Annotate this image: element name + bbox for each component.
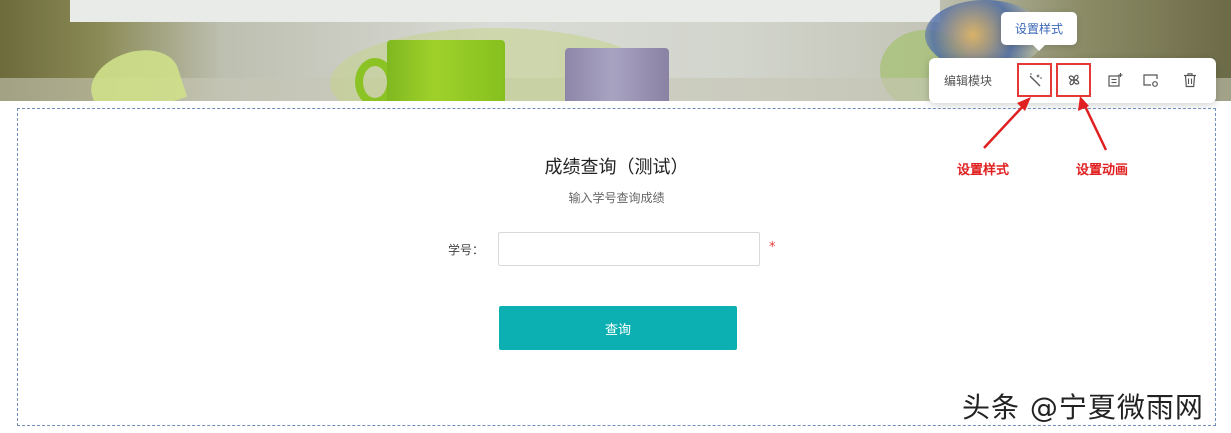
magic-wand-icon [1029, 73, 1042, 87]
module-settings-button[interactable] [1133, 63, 1168, 97]
annotation-set-animation: 设置动画 [1076, 163, 1129, 178]
query-submit-button[interactable]: 查询 [499, 306, 737, 350]
edit-module-toolbar: 编辑模块 [929, 58, 1216, 103]
student-id-input[interactable] [498, 232, 760, 266]
set-style-button[interactable] [1017, 63, 1052, 97]
annotation-set-style: 设置样式 [957, 163, 1010, 178]
required-indicator: * [769, 240, 776, 255]
set-animation-button[interactable] [1056, 63, 1091, 97]
form-title: 成绩查询（测试） [544, 157, 689, 178]
delete-module-button[interactable] [1172, 63, 1207, 97]
add-module-icon [1107, 73, 1122, 87]
add-module-button[interactable] [1097, 63, 1132, 97]
trash-icon [1183, 73, 1196, 88]
form-subtitle: 输入学号查询成绩 [568, 191, 665, 205]
module-settings-icon [1142, 74, 1158, 87]
style-tooltip: 设置样式 [1001, 12, 1077, 51]
toolbar-title: 编辑模块 [944, 74, 993, 88]
watermark: 头条 @宁夏微雨网 [962, 391, 1204, 424]
student-id-label: 学号： [448, 243, 485, 257]
pinwheel-icon [1068, 74, 1079, 86]
query-form-module: 成绩查询（测试） 输入学号查询成绩 学号： * 查询 [17, 108, 1216, 426]
